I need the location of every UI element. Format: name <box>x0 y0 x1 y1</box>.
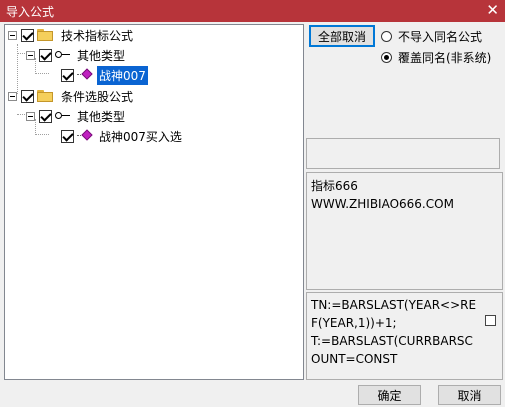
tree-node-other-types-2[interactable]: 其他类型 <box>26 107 127 125</box>
formula-icon <box>77 129 95 142</box>
folder-icon <box>37 29 53 41</box>
formula-code-preview[interactable]: TN:=BARSLAST(YEAR<>REF(YEAR,1))+1; T:=BA… <box>306 292 503 380</box>
tree-node-label: 战神007买入选 <box>99 129 182 144</box>
tree-node-other-types-1[interactable]: 其他类型 <box>26 46 127 64</box>
tree-node-checkbox[interactable] <box>21 89 34 103</box>
preview-checkbox[interactable] <box>485 315 496 326</box>
ok-button[interactable]: 确定 <box>358 385 421 405</box>
collapse-icon[interactable] <box>8 30 17 40</box>
key-icon <box>55 111 71 121</box>
tree-node-label: 其他类型 <box>77 109 126 124</box>
empty-panel <box>306 138 500 169</box>
tree-node-zhanshen007-buy[interactable]: 战神007买入选 <box>61 127 184 145</box>
tree-node-checkbox[interactable] <box>21 28 34 42</box>
formula-icon <box>77 68 95 81</box>
tree-node-checkbox[interactable] <box>61 129 74 143</box>
cancel-button[interactable]: 取消 <box>438 385 501 405</box>
collapse-icon[interactable] <box>8 91 17 101</box>
collapse-icon[interactable] <box>26 111 35 121</box>
tree-node-checkbox[interactable] <box>61 68 74 82</box>
option-skip-same-name[interactable]: 不导入同名公式 <box>381 28 482 45</box>
formula-tree[interactable]: 技术指标公式 其他类型 战神007 条件选股公式 其他类型 战神007买入选 <box>4 24 304 380</box>
tree-node-label: 其他类型 <box>77 48 126 63</box>
description-line: 指标666 <box>311 179 358 193</box>
tree-node-checkbox[interactable] <box>39 109 52 123</box>
formula-code-text: TN:=BARSLAST(YEAR<>REF(YEAR,1))+1; T:=BA… <box>311 298 477 366</box>
radio-button[interactable] <box>381 31 392 42</box>
collapse-icon[interactable] <box>26 50 35 60</box>
tree-node-checkbox[interactable] <box>39 48 52 62</box>
tree-node-stock-selection[interactable]: 条件选股公式 <box>8 87 135 105</box>
option-label: 覆盖同名(非系统) <box>398 51 492 65</box>
select-all-cancel-button[interactable]: 全部取消 <box>309 25 375 47</box>
option-label: 不导入同名公式 <box>398 30 483 44</box>
description-line: WWW.ZHIBIAO666.COM <box>311 197 454 211</box>
tree-node-label: 战神007 <box>97 65 148 85</box>
tree-connector <box>35 134 49 135</box>
tree-connector <box>35 73 49 74</box>
radio-button[interactable] <box>381 52 392 63</box>
tree-node-tech-indicators[interactable]: 技术指标公式 <box>8 26 135 44</box>
tree-node-label: 技术指标公式 <box>61 28 134 43</box>
title-bar: 导入公式 ✕ <box>0 0 505 22</box>
key-icon <box>55 50 71 60</box>
folder-icon <box>37 90 53 102</box>
formula-description: 指标666 WWW.ZHIBIAO666.COM <box>306 172 503 290</box>
tree-node-zhanshen007[interactable]: 战神007 <box>61 65 148 85</box>
option-overwrite-same-name[interactable]: 覆盖同名(非系统) <box>381 49 491 66</box>
close-icon[interactable]: ✕ <box>486 1 499 19</box>
window-title: 导入公式 <box>6 5 55 19</box>
tree-node-label: 条件选股公式 <box>61 89 134 104</box>
